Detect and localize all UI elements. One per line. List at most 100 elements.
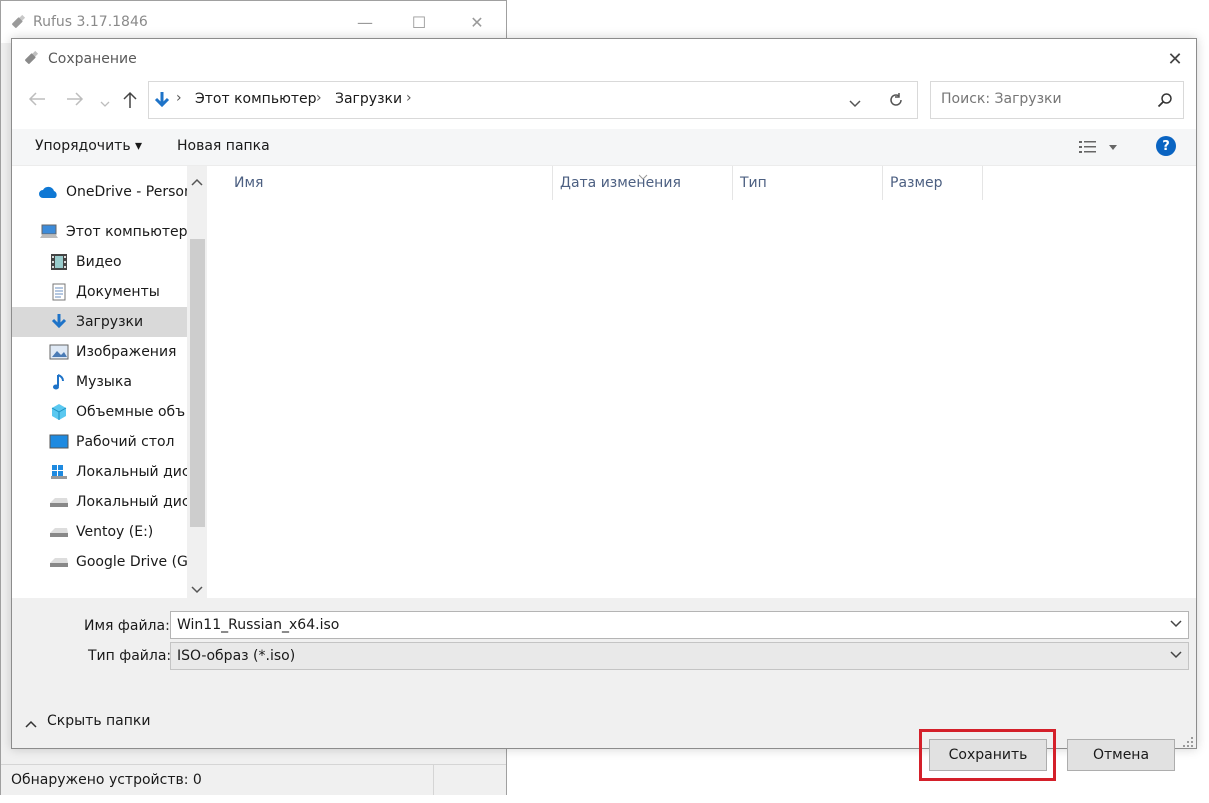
nav-item-music[interactable]: Музыка xyxy=(48,367,207,397)
forward-arrow-icon[interactable] xyxy=(66,91,84,110)
nav-item-label: Ventoy (E:) xyxy=(76,524,154,540)
nav-item-label: Видео xyxy=(76,254,122,270)
breadcrumb-separator-icon: › xyxy=(176,90,182,106)
dialog-usb-icon xyxy=(22,49,40,71)
video-icon xyxy=(48,252,70,272)
nav-item-label: Локальный дис xyxy=(76,464,190,480)
file-name-value: Win11_Russian_x64.iso xyxy=(177,617,340,633)
file-name-dropdown-chevron-icon[interactable] xyxy=(1170,617,1182,631)
address-dropdown-chevron-icon[interactable] xyxy=(849,96,861,112)
navigation-scrollbar-thumb[interactable] xyxy=(190,239,205,527)
nav-item-ventoy[interactable]: Ventoy (E:) xyxy=(48,517,207,547)
new-folder-button[interactable]: Новая папка xyxy=(177,138,270,154)
column-divider xyxy=(552,166,553,200)
desktop-icon xyxy=(48,432,70,452)
file-type-label: Тип файла: xyxy=(88,648,172,664)
pictures-icon xyxy=(48,342,70,362)
nav-item-google-drive[interactable]: Google Drive (G: xyxy=(48,547,207,577)
breadcrumb-this-pc[interactable]: Этот компьютер xyxy=(195,91,317,107)
file-list[interactable]: Имя Дата изменения Тип Размер xyxy=(207,166,1196,598)
up-arrow-icon[interactable] xyxy=(123,91,137,113)
rufus-usb-icon xyxy=(9,13,27,35)
search-box[interactable]: Поиск: Загрузки xyxy=(930,81,1184,119)
column-header-name[interactable]: Имя xyxy=(234,166,263,200)
recent-locations-chevron-icon[interactable] xyxy=(100,93,110,112)
downloads-location-icon xyxy=(153,91,171,113)
dialog-close-button[interactable]: ✕ xyxy=(1160,45,1190,73)
file-name-input[interactable]: Win11_Russian_x64.iso xyxy=(170,611,1189,639)
nav-item-this-pc[interactable]: Этот компьютер xyxy=(38,217,207,247)
hide-folders-button[interactable]: Скрыть папки xyxy=(47,713,150,729)
nav-item-label: Документы xyxy=(76,284,160,300)
documents-icon xyxy=(48,282,70,302)
minimize-button[interactable]: — xyxy=(342,7,388,37)
save-button[interactable]: Сохранить xyxy=(929,739,1047,771)
rufus-statusbar: Обнаружено устройств: 0 xyxy=(1,764,506,795)
column-header-date-modified[interactable]: Дата изменения xyxy=(560,166,681,200)
onedrive-icon xyxy=(38,182,60,202)
drive-icon xyxy=(48,552,70,572)
nav-item-label: Локальный дис xyxy=(76,494,190,510)
breadcrumb-separator-icon: › xyxy=(316,90,322,106)
search-icon xyxy=(1157,92,1173,112)
navigation-pane: OneDrive - Person Этот компьютер Видео Д… xyxy=(12,166,207,598)
nav-item-local-disk-d[interactable]: Локальный дис xyxy=(48,487,207,517)
rufus-titlebar: Rufus 3.17.1846 — ☐ ✕ xyxy=(1,1,506,43)
nav-item-label: Музыка xyxy=(76,374,132,390)
drive-icon xyxy=(48,492,70,512)
3d-objects-icon xyxy=(48,402,70,422)
breadcrumb-separator-icon: › xyxy=(406,90,412,106)
search-placeholder: Поиск: Загрузки xyxy=(941,91,1062,107)
scroll-up-chevron-icon[interactable] xyxy=(191,174,203,190)
resize-grip-icon[interactable] xyxy=(1182,736,1194,752)
address-bar[interactable]: › Этот компьютер › Загрузки › xyxy=(148,81,918,119)
nav-item-video[interactable]: Видео xyxy=(48,247,207,277)
rufus-title: Rufus 3.17.1846 xyxy=(33,14,148,30)
dialog-title: Сохранение xyxy=(48,51,137,67)
maximize-button[interactable]: ☐ xyxy=(396,7,442,37)
rufus-close-button[interactable]: ✕ xyxy=(454,7,500,37)
refresh-icon xyxy=(888,92,904,112)
windows-drive-icon xyxy=(48,462,70,482)
column-divider xyxy=(882,166,883,200)
computer-icon xyxy=(38,222,60,242)
nav-item-desktop[interactable]: Рабочий стол xyxy=(48,427,207,457)
back-arrow-icon[interactable] xyxy=(28,91,46,110)
refresh-button[interactable] xyxy=(876,81,918,119)
drive-icon xyxy=(48,522,70,542)
nav-item-label: Объемные объ xyxy=(76,404,186,420)
nav-item-label: Google Drive (G: xyxy=(76,554,193,570)
nav-item-downloads[interactable]: Загрузки xyxy=(12,307,187,337)
file-type-dropdown-chevron-icon[interactable] xyxy=(1170,648,1182,662)
save-dialog: Сохранение ✕ › Этот компьютер › Загрузки… xyxy=(11,38,1197,781)
save-options-pane: Имя файла: Win11_Russian_x64.iso Тип фай… xyxy=(12,598,1196,781)
statusbar-divider xyxy=(433,765,434,795)
music-icon xyxy=(48,372,70,392)
breadcrumb-downloads[interactable]: Загрузки xyxy=(335,91,402,107)
help-icon[interactable]: ? xyxy=(1156,136,1176,156)
nav-item-3d-objects[interactable]: Объемные объ xyxy=(48,397,207,427)
nav-item-label: Изображения xyxy=(76,344,177,360)
nav-item-local-disk-c[interactable]: Локальный дис xyxy=(48,457,207,487)
column-divider xyxy=(732,166,733,200)
nav-item-label: Рабочий стол xyxy=(76,434,175,450)
file-name-label: Имя файла: xyxy=(84,618,170,634)
nav-item-label: OneDrive - Person xyxy=(66,184,193,200)
nav-item-onedrive[interactable]: OneDrive - Person xyxy=(38,177,207,207)
file-type-select[interactable]: ISO-образ (*.iso) xyxy=(170,642,1189,670)
nav-item-label: Загрузки xyxy=(76,314,144,330)
command-toolbar: Упорядочить ▾ Новая папка ? xyxy=(12,129,1196,165)
column-divider xyxy=(982,166,983,200)
nav-item-documents[interactable]: Документы xyxy=(48,277,207,307)
nav-item-pictures[interactable]: Изображения xyxy=(48,337,207,367)
collapse-chevron-icon[interactable] xyxy=(25,716,37,732)
downloads-icon xyxy=(48,312,70,332)
device-count-status: Обнаружено устройств: 0 xyxy=(11,772,202,788)
scroll-down-chevron-icon[interactable] xyxy=(191,582,203,598)
column-header-type[interactable]: Тип xyxy=(740,166,767,200)
view-options-icon[interactable] xyxy=(1078,139,1118,159)
cancel-button[interactable]: Отмена xyxy=(1067,739,1175,771)
organize-menu-button[interactable]: Упорядочить ▾ xyxy=(35,138,142,154)
nav-item-label: Этот компьютер xyxy=(66,224,188,240)
column-header-size[interactable]: Размер xyxy=(890,166,943,200)
